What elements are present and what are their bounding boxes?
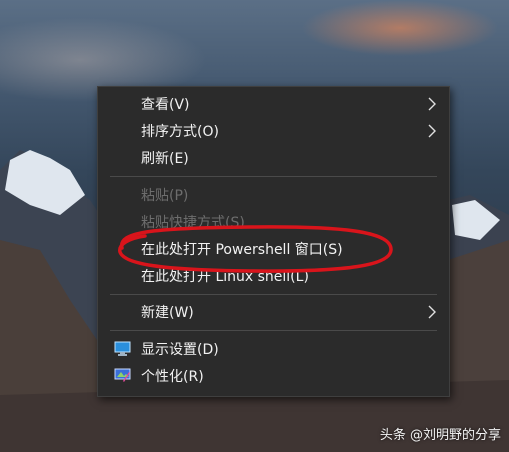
chevron-right-icon xyxy=(428,305,436,319)
menu-separator xyxy=(110,176,437,177)
menu-item-label: 新建(W) xyxy=(141,305,194,321)
menu-item-label: 在此处打开 Linux shell(L) xyxy=(141,269,309,285)
watermark: 头条 @刘明野的分享 xyxy=(379,428,501,443)
menu-separator xyxy=(110,330,437,331)
menu-item-new[interactable]: 新建(W) xyxy=(98,299,449,325)
menu-item-refresh[interactable]: 刷新(E) xyxy=(98,145,449,171)
context-menu: 查看(V) 排序方式(O) 刷新(E) 粘贴(P) 粘贴快捷方式(S) 在此处打… xyxy=(97,86,450,397)
chevron-right-icon xyxy=(428,124,436,138)
menu-separator xyxy=(110,294,437,295)
menu-item-open-powershell[interactable]: 在此处打开 Powershell 窗口(S) xyxy=(98,236,449,262)
menu-item-label: 刷新(E) xyxy=(141,151,189,167)
menu-item-view[interactable]: 查看(V) xyxy=(98,91,449,117)
menu-item-label: 个性化(R) xyxy=(141,369,204,385)
menu-item-label: 显示设置(D) xyxy=(141,342,219,358)
menu-item-label: 粘贴快捷方式(S) xyxy=(141,215,245,231)
menu-item-sort-by[interactable]: 排序方式(O) xyxy=(98,118,449,144)
menu-item-label: 查看(V) xyxy=(141,97,190,113)
menu-item-label: 在此处打开 Powershell 窗口(S) xyxy=(141,242,343,258)
menu-item-display-settings[interactable]: 显示设置(D) xyxy=(98,336,449,362)
menu-item-open-linux-shell[interactable]: 在此处打开 Linux shell(L) xyxy=(98,263,449,289)
menu-item-label: 排序方式(O) xyxy=(141,124,219,140)
chevron-right-icon xyxy=(428,97,436,111)
personalize-icon xyxy=(114,368,131,382)
menu-item-personalize[interactable]: 个性化(R) xyxy=(98,363,449,389)
menu-item-label: 粘贴(P) xyxy=(141,188,189,204)
display-settings-icon xyxy=(114,341,131,356)
menu-item-paste-shortcut: 粘贴快捷方式(S) xyxy=(98,209,449,235)
menu-item-paste: 粘贴(P) xyxy=(98,182,449,208)
